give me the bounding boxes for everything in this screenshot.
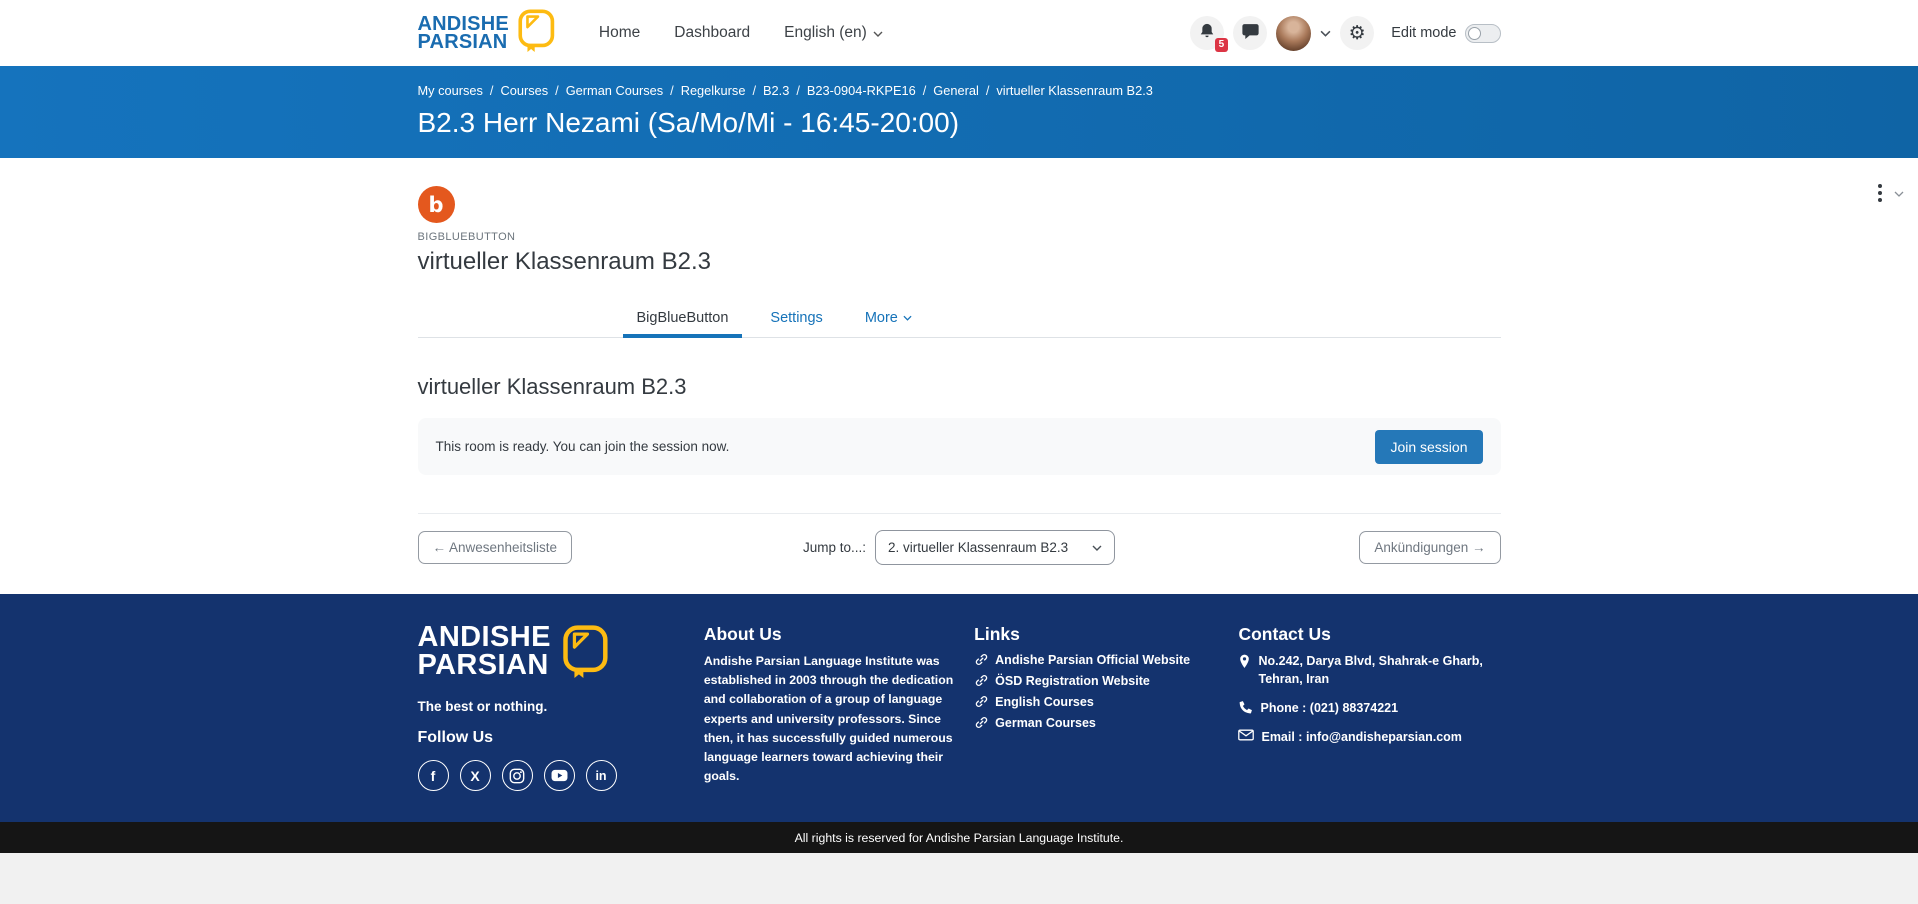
language-menu[interactable]: English (en) <box>784 24 883 42</box>
room-status-text: This room is ready. You can join the ses… <box>436 439 730 454</box>
breadcrumb-b23[interactable]: B2.3 <box>763 83 789 98</box>
linkedin-icon[interactable]: in <box>586 760 617 791</box>
tab-bigbluebutton[interactable]: BigBlueButton <box>623 300 743 337</box>
about-us-text: Andishe Parsian Language Institute was e… <box>704 652 960 786</box>
notifications-button[interactable]: 5 <box>1190 16 1224 50</box>
room-section-title: virtueller Klassenraum B2.3 <box>418 374 1501 400</box>
previous-activity-button[interactable]: ← Anwesenheitsliste <box>418 531 573 564</box>
chevron-down-icon <box>1092 545 1102 551</box>
jump-to-select[interactable]: 2. virtueller Klassenraum B2.3 <box>875 530 1115 565</box>
link-official-website[interactable]: Andishe Parsian Official Website <box>974 652 1224 667</box>
collapse-chevron-icon[interactable] <box>1894 184 1904 202</box>
link-english-courses[interactable]: English Courses <box>974 694 1224 709</box>
youtube-icon[interactable] <box>544 760 575 791</box>
footer-logo-line1: ANDISHE <box>418 624 551 652</box>
footer-logo-book-icon <box>559 624 611 685</box>
envelope-icon <box>1238 729 1254 741</box>
logo-text-line2: PARSIAN <box>418 33 509 51</box>
notification-count-badge: 5 <box>1215 38 1229 52</box>
gear-icon: ⚙ <box>1349 22 1366 45</box>
follow-us-heading: Follow Us <box>418 729 690 747</box>
contact-us-heading: Contact Us <box>1238 624 1500 645</box>
footer-logo-line2: PARSIAN <box>418 652 551 680</box>
facebook-icon[interactable]: f <box>418 760 449 791</box>
contact-address: No.242, Darya Blvd, Shahrak-e Gharb, Teh… <box>1238 652 1500 688</box>
copyright-text: All rights is reserved for Andishe Parsi… <box>795 831 1124 845</box>
room-status-panel: This room is ready. You can join the ses… <box>418 418 1501 475</box>
footer-logo: ANDISHE PARSIAN <box>418 624 690 685</box>
chat-icon <box>1241 22 1260 45</box>
tab-settings[interactable]: Settings <box>756 300 836 337</box>
user-menu-chevron-icon[interactable] <box>1320 24 1331 42</box>
main-content: b BIGBLUEBUTTON virtueller Klassenraum B… <box>0 158 1918 594</box>
contact-email: Email : info@andisheparsian.com <box>1238 728 1500 746</box>
instagram-icon[interactable] <box>502 760 533 791</box>
breadcrumb-general[interactable]: General <box>933 83 979 98</box>
edit-mode-label: Edit mode <box>1391 25 1456 41</box>
site-footer: ANDISHE PARSIAN The best or nothing. Fol… <box>0 594 1918 822</box>
settings-button[interactable]: ⚙ <box>1340 16 1374 50</box>
chevron-down-icon <box>903 315 912 321</box>
location-pin-icon <box>1238 653 1251 670</box>
link-german-courses[interactable]: German Courses <box>974 715 1224 730</box>
breadcrumb: My courses/Courses/German Courses/Regelk… <box>418 83 1501 98</box>
top-header: ANDISHE PARSIAN Home Dashboard English (… <box>0 0 1918 66</box>
about-us-heading: About Us <box>704 624 960 645</box>
breadcrumb-regelkurse[interactable]: Regelkurse <box>681 83 746 98</box>
next-activity-button[interactable]: Ankündigungen → <box>1359 531 1500 564</box>
tab-more[interactable]: More <box>851 300 926 337</box>
join-session-button[interactable]: Join session <box>1375 430 1482 464</box>
social-links: f X in <box>418 760 690 791</box>
link-osd-registration[interactable]: ÖSD Registration Website <box>974 673 1224 688</box>
module-type-label: BIGBLUEBUTTON <box>418 231 1501 243</box>
activity-tabs: BigBlueButton Settings More <box>418 300 1501 338</box>
primary-nav: Home Dashboard English (en) <box>599 24 883 42</box>
bigbluebutton-activity-icon: b <box>418 186 455 223</box>
jump-to-label: Jump to...: <box>803 540 866 555</box>
phone-icon <box>1238 700 1253 715</box>
language-label: English (en) <box>784 24 867 42</box>
breadcrumb-courses[interactable]: Courses <box>500 83 548 98</box>
edit-mode-toggle[interactable] <box>1465 24 1501 43</box>
link-icon <box>974 715 989 730</box>
messages-button[interactable] <box>1233 16 1267 50</box>
breadcrumb-course-code[interactable]: B23-0904-RKPE16 <box>807 83 916 98</box>
breadcrumb-my-courses[interactable]: My courses <box>418 83 483 98</box>
chevron-down-icon <box>873 24 883 42</box>
links-heading: Links <box>974 624 1224 645</box>
copyright-bar: All rights is reserved for Andishe Parsi… <box>0 822 1918 853</box>
user-avatar[interactable] <box>1276 16 1311 51</box>
breadcrumb-german-courses[interactable]: German Courses <box>566 83 663 98</box>
page-bottom-strip <box>0 853 1918 904</box>
nav-dashboard[interactable]: Dashboard <box>674 24 750 42</box>
link-icon <box>974 694 989 709</box>
course-header-banner: My courses/Courses/German Courses/Regelk… <box>0 66 1918 158</box>
course-title: B2.3 Herr Nezami (Sa/Mo/Mi - 16:45-20:00… <box>418 107 1501 139</box>
link-icon <box>974 652 989 667</box>
x-twitter-icon[interactable]: X <box>460 760 491 791</box>
nav-home[interactable]: Home <box>599 24 640 42</box>
footer-tagline: The best or nothing. <box>418 699 690 714</box>
contact-phone: Phone : (021) 88374221 <box>1238 699 1500 717</box>
activity-navigation: ← Anwesenheitsliste Jump to...: 2. virtu… <box>418 514 1501 594</box>
site-logo[interactable]: ANDISHE PARSIAN <box>418 9 557 58</box>
breadcrumb-current-page[interactable]: virtueller Klassenraum B2.3 <box>996 83 1152 98</box>
activity-title: virtueller Klassenraum B2.3 <box>418 248 1501 276</box>
link-icon <box>974 673 989 688</box>
logo-book-icon <box>515 9 557 58</box>
kebab-menu-icon[interactable] <box>1874 180 1886 206</box>
